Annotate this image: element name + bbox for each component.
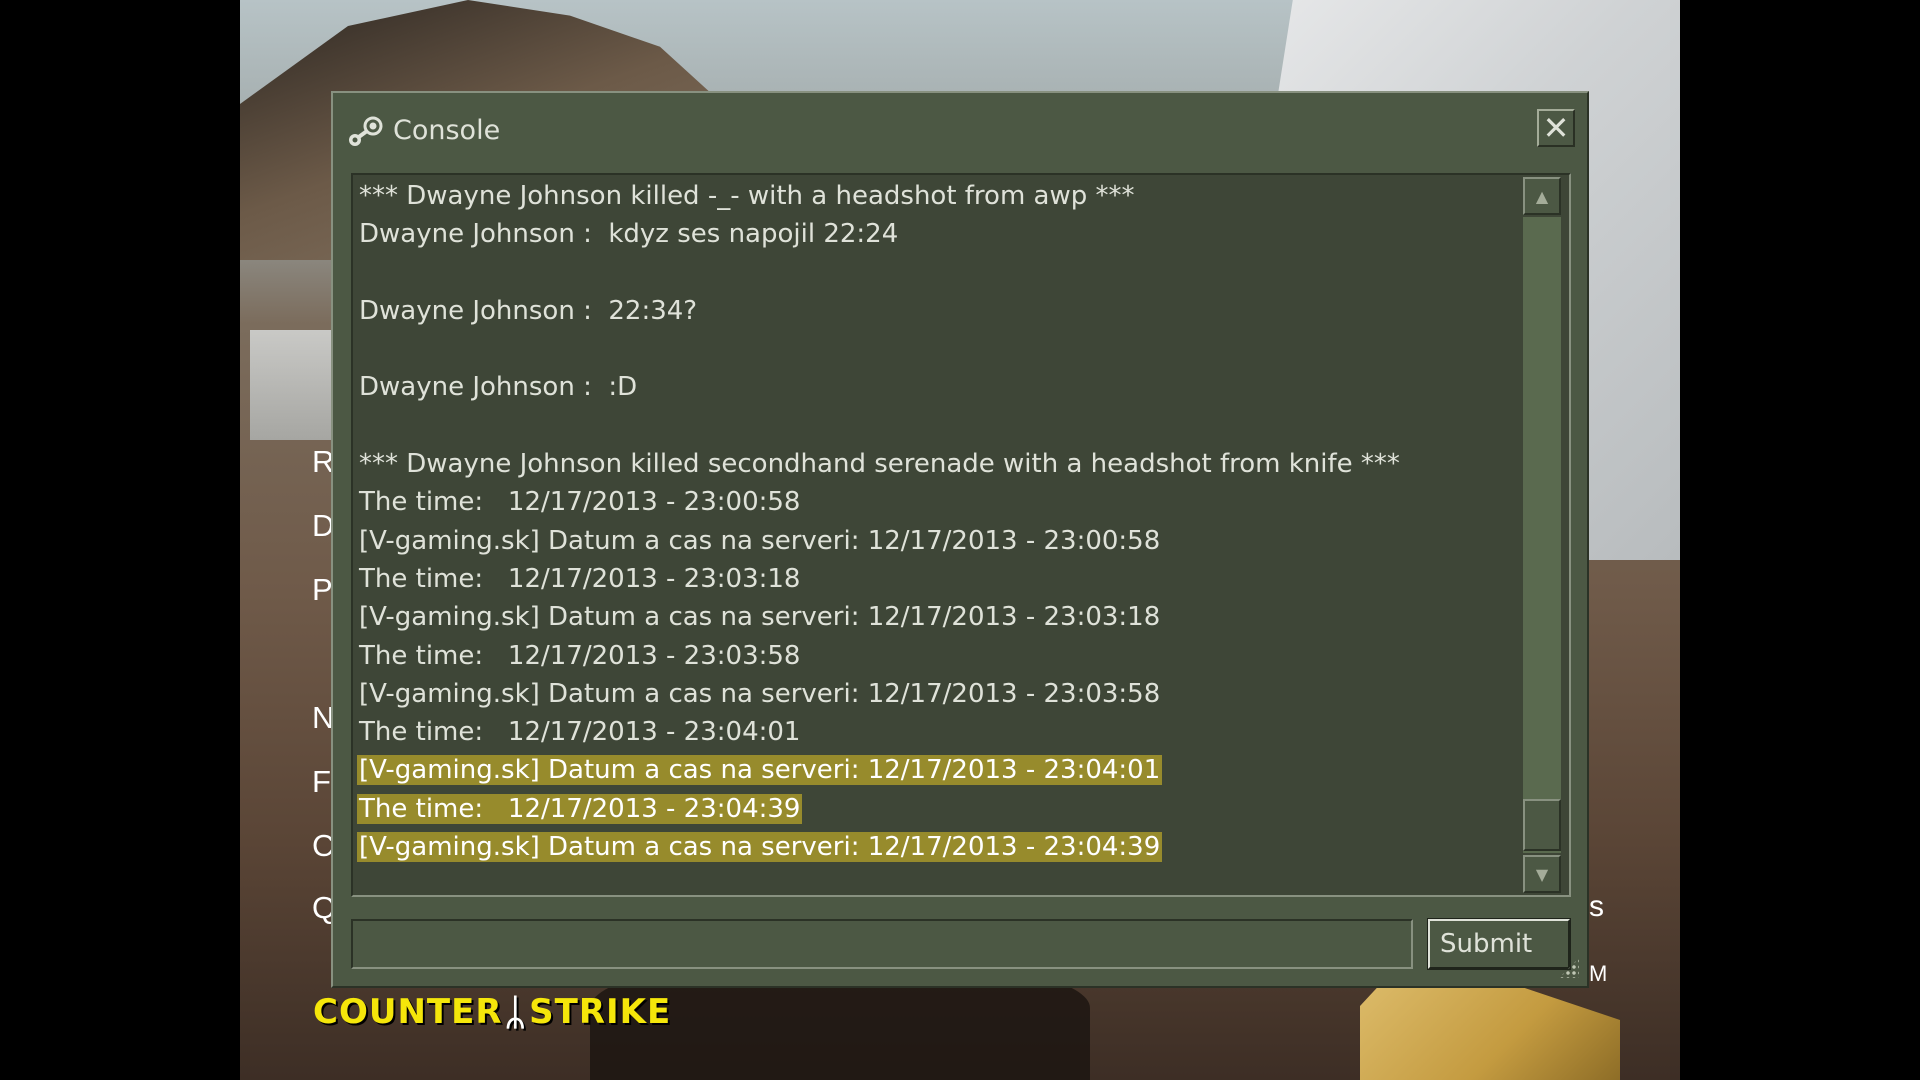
menu-item-letter[interactable]: F [312,766,331,798]
console-line: [V-gaming.sk] Datum a cas na serveri: 12… [357,751,1521,789]
scroll-down-button[interactable]: ▼ [1523,855,1561,893]
menu-fragment: s [1589,890,1604,923]
submit-button[interactable]: Submit [1427,918,1571,970]
console-line: The time: 12/17/2013 - 23:03:18 [357,560,1521,598]
scroll-thumb[interactable] [1523,799,1561,851]
menu-item-letter[interactable]: P [312,574,333,606]
console-line-text: The time: 12/17/2013 - 23:00:58 [359,487,801,518]
console-line-text: [V-gaming.sk] Datum a cas na serveri: 12… [357,832,1163,863]
console-titlebar[interactable]: Console ✕ [333,93,1587,165]
console-line-text: *** Dwayne Johnson killed secondhand ser… [359,449,1400,480]
console-line-text [357,334,361,364]
console-line-text [357,411,361,441]
console-title: Console [393,115,501,146]
console-line: [V-gaming.sk] Datum a cas na serveri: 12… [357,675,1521,713]
console-window: Console ✕ *** Dwayne Johnson killed -_- … [331,91,1589,988]
scroll-up-button[interactable]: ▲ [1523,177,1561,215]
console-line-text: [V-gaming.sk] Datum a cas na serveri: 12… [357,755,1163,786]
console-line: [V-gaming.sk] Datum a cas na serveri: 12… [357,522,1521,560]
menu-fragment: M [1589,961,1608,986]
console-line-text: Dwayne Johnson : kdyz ses napojil 22:24 [359,219,899,250]
console-line-text: [V-gaming.sk] Datum a cas na serveri: 12… [359,678,1161,709]
console-line: The time: 12/17/2013 - 23:04:39 [357,790,1521,828]
console-line [357,254,1521,292]
counter-strike-logo: Counter ᛦ Strike [313,990,671,1034]
console-line: Dwayne Johnson : kdyz ses napojil 22:24 [357,215,1521,253]
steam-icon [349,116,383,146]
scrollbar[interactable]: ▲ ▼ [1523,177,1563,893]
console-line-text: Dwayne Johnson : :D [359,372,638,403]
console-line-text: The time: 12/17/2013 - 23:04:39 [357,793,803,824]
console-line: [V-gaming.sk] Datum a cas na serveri: 12… [357,598,1521,636]
console-line: The time: 12/17/2013 - 23:04:01 [357,713,1521,751]
console-line-text: Dwayne Johnson : 22:34? [359,295,698,326]
console-line-text: [V-gaming.sk] Datum a cas na serveri: 12… [359,602,1161,633]
console-line-text: The time: 12/17/2013 - 23:04:01 [359,717,801,748]
console-line-text [357,258,361,288]
console-line: *** Dwayne Johnson killed -_- with a hea… [357,177,1521,215]
logo-figure-icon: ᛦ [504,991,528,1033]
console-line-text: [V-gaming.sk] Datum a cas na serveri: 12… [359,525,1161,556]
console-line: Dwayne Johnson : 22:34? [357,292,1521,330]
arrow-down-icon: ▼ [1535,864,1549,884]
close-button[interactable]: ✕ [1537,109,1575,147]
console-line: *** Dwayne Johnson killed secondhand ser… [357,445,1521,483]
arrow-up-icon: ▲ [1535,186,1549,206]
console-log: *** Dwayne Johnson killed -_- with a hea… [357,177,1521,866]
console-line: The time: 12/17/2013 - 23:00:58 [357,483,1521,521]
console-line-text: The time: 12/17/2013 - 23:03:18 [359,563,801,594]
console-line [357,407,1521,445]
console-line: [V-gaming.sk] Datum a cas na serveri: 12… [357,828,1521,866]
logo-text-right: Strike [529,992,672,1032]
console-line-text: *** Dwayne Johnson killed -_- with a hea… [359,181,1135,211]
logo-text-left: Counter [313,992,503,1032]
console-line [357,330,1521,368]
console-line: The time: 12/17/2013 - 23:03:58 [357,637,1521,675]
console-line-text: The time: 12/17/2013 - 23:03:58 [359,640,801,671]
scroll-track[interactable] [1523,217,1561,853]
console-output[interactable]: *** Dwayne Johnson killed -_- with a hea… [351,173,1571,897]
close-icon: ✕ [1542,109,1570,147]
console-command-input[interactable] [351,919,1413,969]
console-line: Dwayne Johnson : :D [357,368,1521,406]
